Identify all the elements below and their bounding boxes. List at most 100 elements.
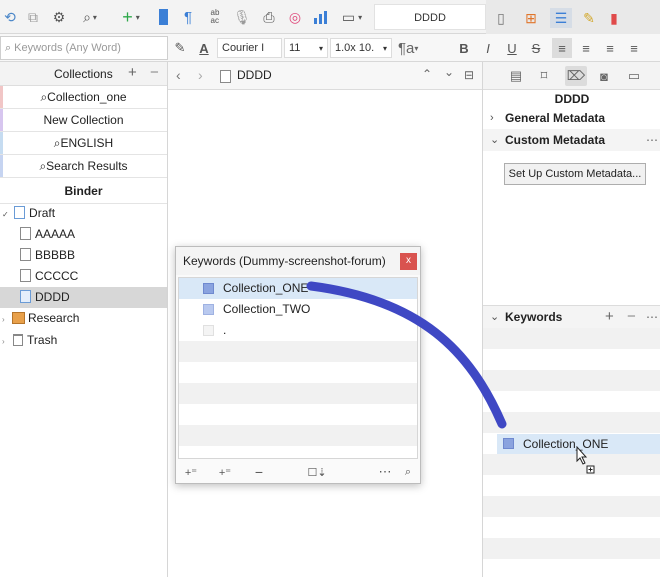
keyword-item-selected[interactable]: Collection_ONE: [179, 278, 417, 299]
bookmark-icon[interactable]: ▮: [606, 8, 622, 28]
gear-icon[interactable]: ⚙: [50, 7, 68, 27]
sync-icon[interactable]: ⧉: [24, 7, 42, 27]
add-keyword-icon[interactable]: +⁼: [180, 464, 202, 480]
more-options-icon[interactable]: ⋯: [376, 464, 394, 480]
keyword-color-swatch: [503, 438, 514, 449]
add-icon[interactable]: + ▾: [116, 7, 146, 27]
collection-tab[interactable]: ⌕ENGLISH: [0, 132, 167, 155]
binder-icon[interactable]: [156, 7, 170, 27]
search-box[interactable]: ⌕: [0, 36, 168, 60]
setup-custom-metadata-button[interactable]: Set Up Custom Metadata...: [504, 163, 646, 185]
disclosure-closed-icon[interactable]: ›: [2, 315, 5, 324]
edit-icon[interactable]: ✎: [580, 8, 598, 28]
keywords-list[interactable]: Collection_ONE Collection_TWO .: [178, 277, 418, 459]
collection-tab[interactable]: ⌕Search Results: [0, 155, 167, 178]
align-justify-icon[interactable]: ≡: [600, 38, 620, 58]
bold-icon[interactable]: B: [454, 38, 474, 58]
binder-item-draft[interactable]: ✓ Draft: [0, 203, 167, 224]
chart-icon[interactable]: [312, 7, 330, 27]
text-color-icon[interactable]: A: [194, 38, 214, 58]
chevron-right-icon: ›: [490, 112, 494, 124]
collection-tab[interactable]: New Collection: [0, 109, 167, 132]
underline-icon[interactable]: U: [502, 38, 522, 58]
close-button[interactable]: x: [400, 253, 417, 270]
split-view-icon[interactable]: ⊟: [464, 68, 474, 82]
list-row: [179, 362, 417, 383]
general-metadata-header[interactable]: › General Metadata: [483, 107, 660, 129]
collection-tab-binder[interactable]: Binder: [0, 178, 167, 204]
remove-collection-icon[interactable]: −: [150, 64, 159, 81]
chevron-down-icon: ⌄: [490, 311, 500, 323]
nav-forward-icon[interactable]: ›: [198, 67, 203, 83]
paragraph-style-icon[interactable]: ¶a ▾: [398, 38, 444, 58]
chevron-down-icon: ⌄: [490, 134, 500, 146]
keywords-dialog: Keywords (Dummy-screenshot-forum) x Coll…: [175, 246, 421, 484]
disclosure-open-icon[interactable]: ✓: [2, 210, 9, 219]
more-options-icon[interactable]: ⋯: [646, 306, 658, 328]
italic-icon[interactable]: I: [478, 38, 498, 58]
keyword-color-swatch: [203, 283, 214, 294]
add-keyword-icon[interactable]: +: [605, 306, 614, 328]
list-row: [483, 349, 660, 370]
remove-keyword-icon[interactable]: −: [627, 306, 636, 328]
more-options-icon[interactable]: ⋯: [646, 129, 658, 151]
custom-metadata-header[interactable]: ⌄ Custom Metadata ⋯: [483, 129, 660, 151]
microphone-icon[interactable]: 🎙: [233, 7, 251, 27]
outline-view-icon[interactable]: ☰: [550, 8, 572, 28]
metadata-tag-icon[interactable]: ⌦: [565, 66, 587, 86]
print-icon[interactable]: ⎙: [260, 7, 278, 27]
font-size-select[interactable]: 11 ▾: [284, 38, 328, 58]
document-icon: [220, 70, 231, 83]
keywords-label: Keywords: [505, 310, 563, 324]
list-row: [179, 404, 417, 425]
align-center-icon[interactable]: ≡: [576, 38, 596, 58]
grid-view-icon[interactable]: ⊞: [522, 8, 540, 28]
chevron-down-icon[interactable]: ⌄: [444, 65, 454, 79]
target-icon[interactable]: ◎: [286, 7, 304, 27]
add-collection-icon[interactable]: +: [128, 64, 137, 81]
align-left-icon[interactable]: ≡: [552, 38, 572, 58]
cursor-copy-icon: [576, 446, 595, 474]
spellcheck-icon[interactable]: ab ac: [204, 7, 226, 27]
notes-icon[interactable]: ▤: [505, 66, 527, 86]
single-view-icon[interactable]: ▯: [492, 8, 510, 28]
add-child-keyword-icon[interactable]: +⁼: [214, 464, 236, 480]
binder-item-document[interactable]: BBBBB: [0, 245, 167, 266]
search-icon[interactable]: ⌕: [400, 464, 416, 480]
refresh-icon[interactable]: ⟲: [2, 7, 18, 27]
collection-tab[interactable]: ⌕Collection_one: [0, 86, 167, 109]
collections-header: Collections + −: [0, 62, 167, 86]
main-toolbar: ⟲ ⧉ ⚙ ⌕ ▾ + ▾ ¶ ab ac 🎙 ⎙ ◎ ▭ ▾ DDDD ▯ ⊞ ☰ ✎…: [0, 0, 660, 34]
keyword-color-swatch: [203, 325, 214, 336]
checkbox-filter-icon[interactable]: ☐⇣: [302, 464, 332, 480]
paragraph-icon[interactable]: ¶: [180, 7, 196, 27]
disclosure-closed-icon[interactable]: ›: [2, 337, 5, 346]
binder-item-trash[interactable]: › Trash: [0, 330, 167, 351]
binder-item-research[interactable]: › Research: [0, 308, 167, 329]
keyword-item[interactable]: Collection_TWO: [179, 299, 417, 320]
line-spacing-select[interactable]: 1.0x 10. ▾: [330, 38, 392, 58]
binder-sidebar: Collections + − ⌕Collection_one New Coll…: [0, 62, 168, 577]
keyword-item[interactable]: .: [179, 320, 417, 341]
snapshot-icon[interactable]: ◙: [593, 66, 615, 86]
strikethrough-icon[interactable]: S: [526, 38, 546, 58]
align-right-icon[interactable]: ≡: [624, 38, 644, 58]
binder-item-document[interactable]: CCCCC: [0, 266, 167, 287]
comments-icon[interactable]: ▭: [623, 66, 645, 86]
binder-item-document[interactable]: AAAAA: [0, 224, 167, 245]
list-row: [179, 341, 417, 362]
search-icon[interactable]: ⌕ ▾: [78, 7, 102, 27]
layout-icon[interactable]: ▭ ▾: [336, 7, 368, 27]
keywords-header[interactable]: ⌄ Keywords + − ⋯: [483, 306, 660, 328]
chevron-up-icon[interactable]: ⌃: [422, 67, 432, 81]
binder-item-document-selected[interactable]: DDDD: [0, 287, 167, 308]
bookmarks-icon[interactable]: ⌑: [533, 66, 555, 86]
dialog-title-bar[interactable]: Keywords (Dummy-screenshot-forum) x: [176, 247, 420, 275]
collection-label: New Collection: [43, 113, 124, 127]
remove-keyword-icon[interactable]: −: [250, 464, 268, 480]
search-input[interactable]: [14, 42, 155, 54]
binder-tab-label: Binder: [64, 184, 103, 198]
nav-back-icon[interactable]: ‹: [176, 67, 181, 83]
highlight-icon[interactable]: ✎: [170, 38, 190, 58]
font-family-select[interactable]: Courier I: [217, 38, 282, 58]
